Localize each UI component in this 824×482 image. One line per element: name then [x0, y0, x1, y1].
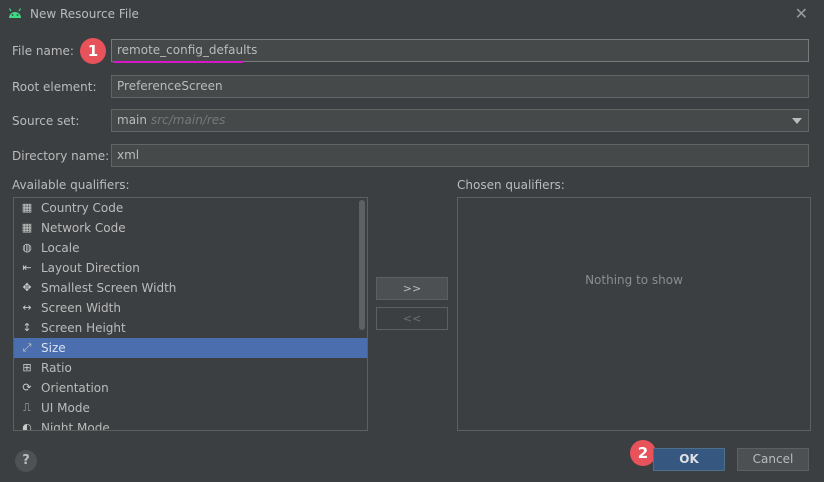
file-name-label: File name: [12, 44, 74, 58]
help-button[interactable]: ? [15, 450, 37, 472]
highlight-underline [113, 61, 243, 63]
list-item[interactable]: ▦ Network Code [14, 218, 367, 238]
screen-height-icon: ↕ [22, 321, 32, 334]
list-item[interactable]: ↔ Screen Width [14, 298, 367, 318]
smallest-width-icon: ✥ [22, 281, 32, 294]
title-bar: New Resource File ✕ [0, 0, 824, 30]
root-element-input[interactable]: PreferenceScreen [111, 75, 809, 98]
empty-state-text: Nothing to show [585, 273, 683, 287]
window-title: New Resource File [30, 7, 139, 21]
country-code-icon: ▦ [21, 201, 33, 214]
list-item-label: Ratio [41, 361, 72, 375]
chosen-qualifiers-list[interactable]: Nothing to show [457, 197, 811, 431]
night-mode-icon: ◐ [22, 421, 32, 431]
list-item[interactable]: ↕ Screen Height [14, 318, 367, 338]
android-icon [8, 8, 22, 18]
screen-width-icon: ↔ [22, 301, 32, 314]
list-item-label: Smallest Screen Width [41, 281, 177, 295]
list-item[interactable]: ▦ Country Code [14, 198, 367, 218]
cancel-button[interactable]: Cancel [737, 448, 809, 471]
ratio-icon: ⊞ [22, 361, 32, 374]
network-code-icon: ▦ [21, 221, 33, 234]
list-item-label: Night Mode [41, 421, 110, 431]
list-item-label: Network Code [41, 221, 126, 235]
size-icon: ⤢ [22, 341, 32, 354]
available-qualifiers-label: Available qualifiers: [12, 178, 130, 192]
available-qualifiers-list[interactable]: ▦ Country Code ▦ Network Code ◍ Locale ⇤ Layout… [13, 197, 368, 431]
root-element-label: Root element: [12, 80, 97, 94]
directory-name-input[interactable]: xml [111, 144, 809, 167]
list-scrollbar[interactable] [359, 200, 365, 330]
source-set-label: Source set: [12, 114, 80, 128]
list-item-label: Screen Width [41, 301, 121, 315]
list-item-label: Orientation [41, 381, 109, 395]
list-item[interactable]: ⊞ Ratio [14, 358, 367, 378]
list-item-label: Locale [41, 241, 80, 255]
globe-icon: ◍ [22, 241, 32, 254]
list-item[interactable]: ⎍ UI Mode [14, 398, 367, 418]
ok-button[interactable]: OK [653, 448, 725, 471]
layout-direction-icon: ⇤ [22, 261, 32, 274]
add-qualifier-button[interactable]: >> [376, 277, 448, 300]
step-badge-1: 1 [80, 38, 106, 64]
list-item[interactable]: ⟳ Orientation [14, 378, 367, 398]
list-item-label: Size [41, 341, 66, 355]
list-item[interactable]: ◍ Locale [14, 238, 367, 258]
list-item[interactable]: ⇤ Layout Direction [14, 258, 367, 278]
ui-mode-icon: ⎍ [23, 401, 31, 414]
source-set-value: main [117, 113, 147, 127]
source-set-hint: src/main/res [150, 113, 226, 127]
remove-qualifier-button[interactable]: << [376, 307, 448, 330]
list-item-label: Screen Height [41, 321, 126, 335]
list-item[interactable]: ✥ Smallest Screen Width [14, 278, 367, 298]
list-item[interactable]: ⤢ Size [14, 338, 367, 358]
orientation-icon: ⟳ [22, 381, 32, 394]
list-item-label: UI Mode [41, 401, 90, 415]
chevron-down-icon [792, 118, 802, 124]
source-set-dropdown[interactable]: main src/main/res [111, 109, 809, 132]
chosen-qualifiers-label: Chosen qualifiers: [457, 178, 565, 192]
close-icon[interactable]: ✕ [795, 6, 808, 22]
list-item-label: Country Code [41, 201, 124, 215]
directory-name-label: Directory name: [12, 149, 110, 163]
list-item[interactable]: ◐ Night Mode [14, 418, 367, 431]
file-name-input[interactable]: remote_config_defaults [111, 39, 809, 62]
list-item-label: Layout Direction [41, 261, 140, 275]
